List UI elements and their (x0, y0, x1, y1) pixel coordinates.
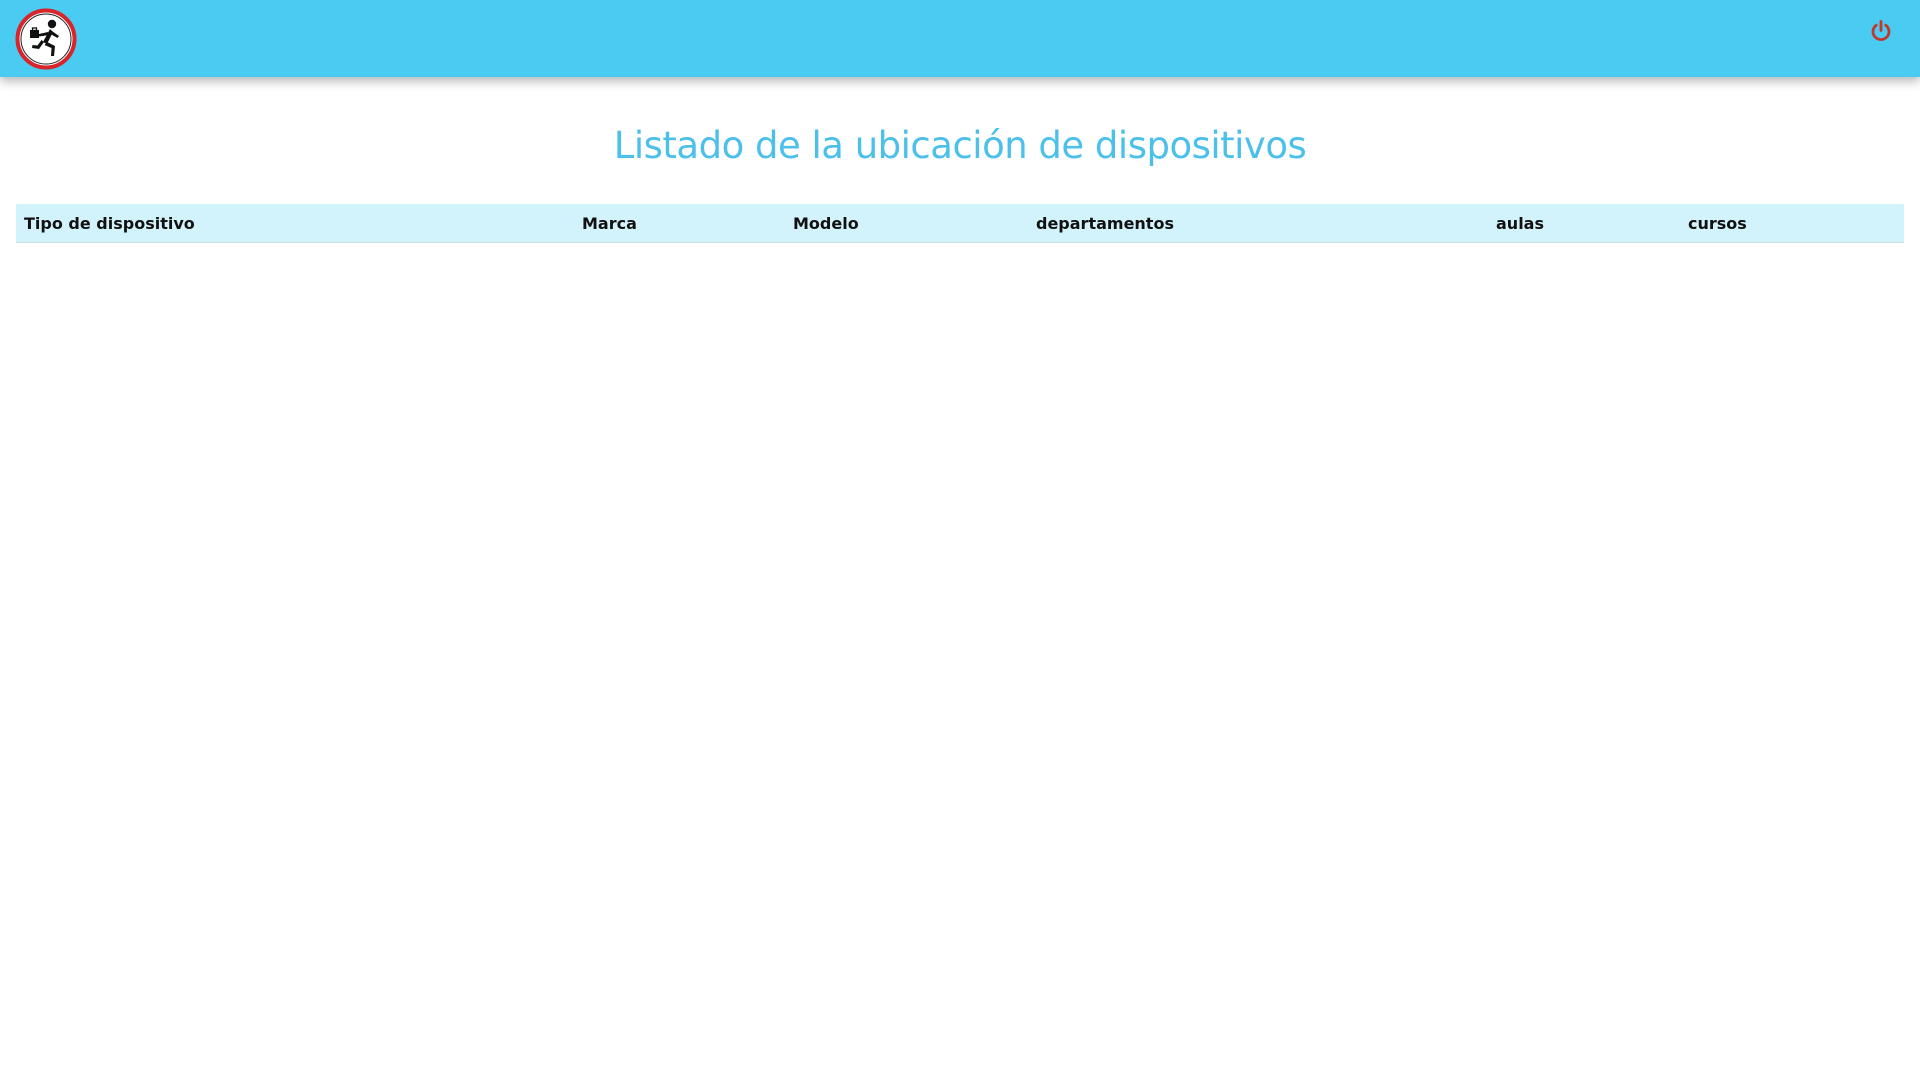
devices-location-table: Tipo de dispositivo Marca Modelo departa… (16, 204, 1904, 243)
power-icon[interactable] (1868, 18, 1894, 44)
table-header-row: Tipo de dispositivo Marca Modelo departa… (16, 204, 1904, 243)
column-header-tipo-de-dispositivo[interactable]: Tipo de dispositivo (16, 204, 574, 243)
column-header-marca[interactable]: Marca (574, 204, 785, 243)
running-person-logo-icon[interactable] (15, 8, 77, 70)
column-header-aulas[interactable]: aulas (1488, 204, 1680, 243)
page-title: Listado de la ubicación de dispositivos (613, 124, 1307, 167)
column-header-modelo[interactable]: Modelo (785, 204, 1028, 243)
column-header-cursos[interactable]: cursos (1680, 204, 1904, 243)
top-navbar (0, 0, 1920, 77)
column-header-departamentos[interactable]: departamentos (1028, 204, 1488, 243)
